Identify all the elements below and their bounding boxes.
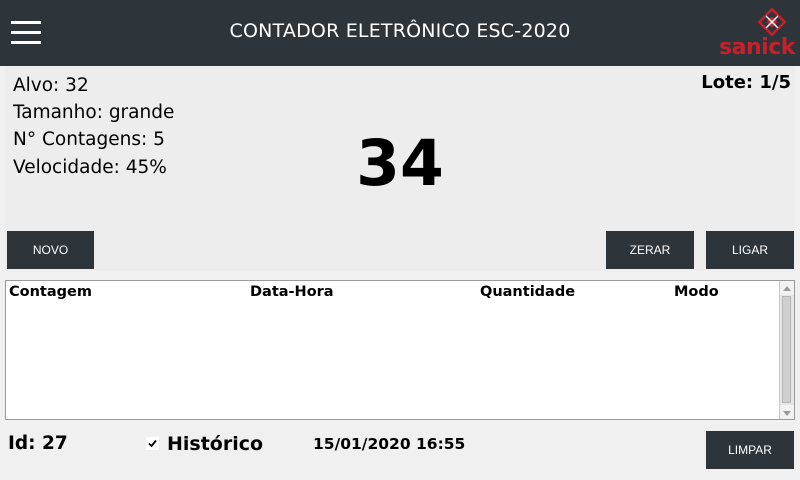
logo-mark-icon [757, 8, 787, 37]
historico-checkbox[interactable] [146, 437, 159, 450]
contagens-label: N° Contagens: 5 [13, 129, 165, 150]
historico-label: Histórico [167, 433, 264, 455]
header-bar: CONTADOR ELETRÔNICO ESC-2020 sanick [0, 0, 800, 66]
novo-button[interactable]: NOVO [7, 231, 94, 269]
column-header-modo[interactable]: Modo [674, 284, 719, 300]
column-header-quantidade[interactable]: Quantidade [480, 284, 575, 300]
id-label: Id: 27 [8, 433, 68, 454]
column-header-contagem[interactable]: Contagem [9, 284, 92, 300]
scrollbar-thumb[interactable] [782, 296, 791, 403]
column-header-data-hora[interactable]: Data-Hora [250, 284, 334, 300]
tamanho-label: Tamanho: grande [13, 102, 175, 123]
zerar-button[interactable]: ZERAR [606, 231, 694, 269]
scroll-down-icon[interactable] [780, 405, 794, 419]
app-title: CONTADOR ELETRÔNICO ESC-2020 [229, 20, 571, 42]
checkmark-icon [148, 439, 157, 448]
count-display: 34 [356, 127, 444, 200]
table-scrollbar[interactable] [779, 281, 794, 419]
ligar-button[interactable]: LIGAR [706, 231, 794, 269]
scroll-up-icon[interactable] [780, 281, 794, 295]
limpar-button[interactable]: LIMPAR [706, 431, 794, 469]
datetime-label: 15/01/2020 16:55 [313, 435, 466, 453]
sanick-logo: sanick [716, 8, 798, 62]
velocidade-label: Velocidade: 45% [13, 157, 167, 178]
history-table: Contagem Data-Hora Quantidade Modo [5, 280, 795, 420]
lote-label: Lote: 1/5 [701, 72, 791, 93]
alvo-label: Alvo: 32 [13, 75, 89, 96]
logo-text: sanick [719, 35, 795, 60]
